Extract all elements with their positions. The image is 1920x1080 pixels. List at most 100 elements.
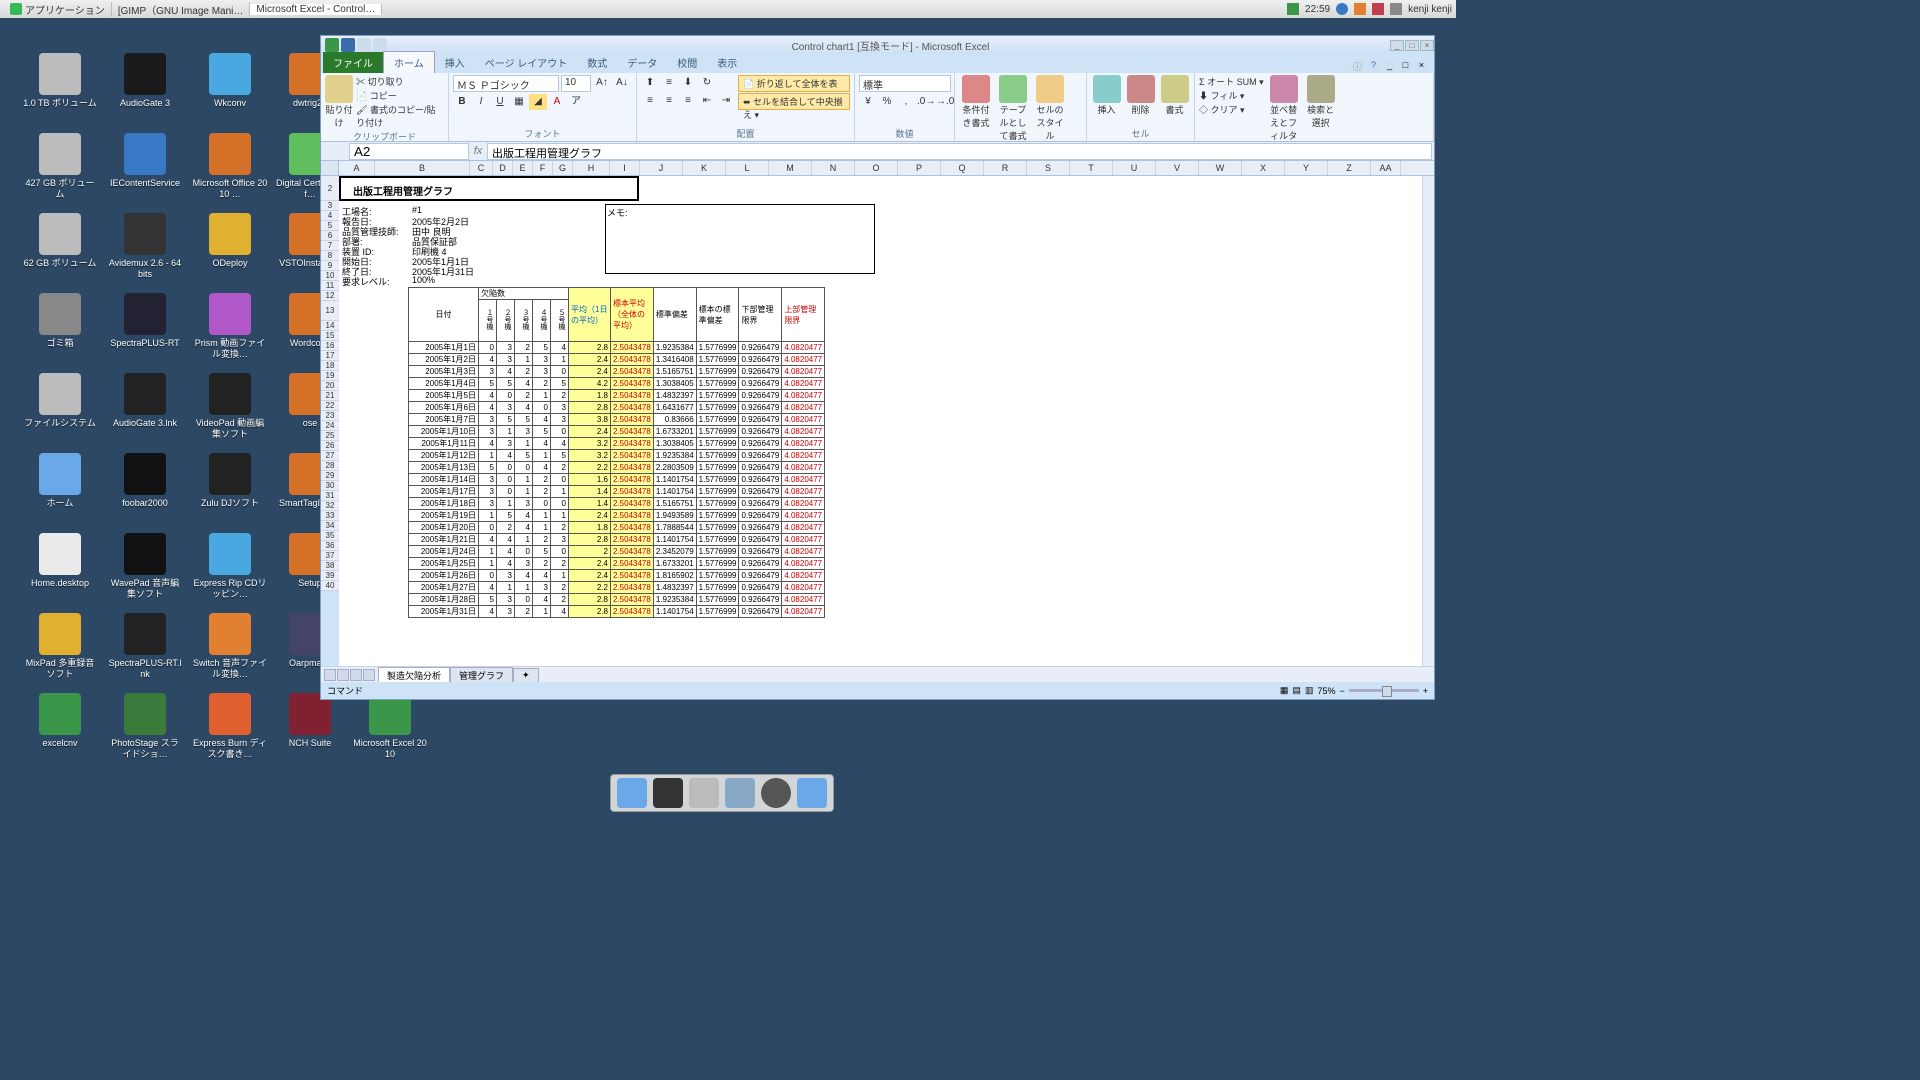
desktop-icon[interactable]: WavePad 音声編集ソフト [105,533,185,601]
doc-close-button[interactable]: × [1415,60,1428,73]
paste-button[interactable]: 貼り付け [325,75,353,129]
desktop-icon[interactable]: MixPad 多重録音ソフト [20,613,100,681]
format-painter-button[interactable]: 🖌 書式のコピー/貼り付け [356,103,444,129]
align-left-button[interactable]: ≡ [641,93,659,109]
insert-cells-button[interactable]: 挿入 [1091,75,1122,116]
column-headers[interactable]: ABCDEFGHIJKLMNOPQRSTUVWXYZAA [339,161,1434,176]
merge-center-button[interactable]: ⬌ セルを結合して中央揃え ▾ [738,93,850,110]
autosum-button[interactable]: Σ オート SUM ▾ [1199,75,1264,88]
formula-input[interactable]: 出版工程用管理グラフ [487,143,1432,160]
help-icon[interactable]: ⓘ [1351,60,1364,73]
user-label[interactable]: kenji kenji [1408,4,1452,15]
redo-icon[interactable] [373,38,387,52]
desktop-icon[interactable]: PhotoStage スライドショ… [105,693,185,761]
sheet-tab-active[interactable]: 製造欠陥分析 [378,667,450,683]
view-break-button[interactable]: ▥ [1305,685,1314,696]
tab-page-layout[interactable]: ページ レイアウト [475,52,578,73]
desktop-icon[interactable]: IEContentService [105,133,185,190]
fill-button[interactable]: ⬇ フィル ▾ [1199,89,1264,102]
name-box[interactable] [349,143,469,160]
desktop-icon[interactable]: ファイルシステム [20,373,100,430]
tab-formulas[interactable]: 数式 [577,52,617,73]
indent-more-button[interactable]: ⇥ [717,93,735,109]
bluetooth-icon[interactable] [1336,3,1348,15]
number-format-select[interactable]: 標準 [859,75,951,92]
dock[interactable] [610,774,834,812]
applications-menu[interactable]: アプリケーション [4,2,112,17]
desktop-icon[interactable]: 62 GB ボリューム [20,213,100,270]
decimal-inc-button[interactable]: .0→ [916,94,934,110]
underline-button[interactable]: U [491,94,509,110]
row-headers[interactable]: 2345678910111213141516171819202122232425… [321,176,339,591]
new-sheet-button[interactable]: ✦ [513,668,539,682]
dock-files-icon[interactable] [617,778,647,808]
align-middle-button[interactable]: ≡ [660,75,678,91]
maximize-button[interactable]: □ [1405,40,1419,51]
delete-cells-button[interactable]: 削除 [1125,75,1156,116]
dock-disk-icon[interactable] [689,778,719,808]
tab-data[interactable]: データ [617,52,667,73]
shrink-font-button[interactable]: A↓ [613,75,631,91]
tab-home[interactable]: ホーム [383,51,435,73]
currency-button[interactable]: ¥ [859,94,877,110]
desktop-icon[interactable]: ホーム [20,453,100,510]
percent-button[interactable]: % [878,94,896,110]
first-sheet-button[interactable] [324,669,336,681]
save-icon[interactable] [341,38,355,52]
orientation-button[interactable]: ↻ [698,75,716,91]
desktop-icon[interactable]: Microsoft Excel 2010 [350,693,430,761]
decimal-dec-button[interactable]: →.0 [935,94,953,110]
desktop-icon[interactable]: NCH Suite [270,693,350,750]
desktop-icon[interactable]: Express Burn ディスク書き… [190,693,270,761]
dock-search-icon[interactable] [761,778,791,808]
next-sheet-button[interactable] [350,669,362,681]
desktop-icon[interactable]: SpectraPLUS-RT [105,293,185,350]
view-normal-button[interactable]: ▦ [1280,685,1289,696]
battery-icon[interactable] [1390,3,1402,15]
cell-grid[interactable]: 出版工程用管理グラフ 工場名:#1報告日:2005年2月2日品質管理技師:田中 … [339,176,1422,666]
desktop-icon[interactable]: AudioGate 3.lnk [105,373,185,430]
doc-restore-button[interactable]: □ [1399,60,1412,73]
last-sheet-button[interactable] [363,669,375,681]
select-all-corner[interactable] [321,161,339,176]
tab-review[interactable]: 校閲 [667,52,707,73]
desktop-icon[interactable]: VideoPad 動画編集ソフト [190,373,270,441]
tray-excel-icon[interactable] [1287,3,1299,15]
sheet-tab-2[interactable]: 管理グラフ [450,667,513,683]
zoom-level[interactable]: 75% [1317,686,1335,696]
align-right-button[interactable]: ≡ [679,93,697,109]
dock-folder-icon[interactable] [797,778,827,808]
cut-button[interactable]: ✂ 切り取り [356,75,444,88]
tab-insert[interactable]: 挿入 [435,52,475,73]
zoom-out-button[interactable]: − [1339,686,1344,696]
desktop-icon[interactable]: Express Rip CDリッピン… [190,533,270,601]
copy-button[interactable]: 📄 コピー [356,89,444,102]
desktop-icon[interactable]: Prism 動画ファイル変換… [190,293,270,361]
tab-file[interactable]: ファイル [323,52,383,73]
undo-icon[interactable] [357,38,371,52]
ime-icon[interactable] [1354,3,1366,15]
fill-color-button[interactable]: ◢ [529,94,547,110]
memo-box[interactable] [605,204,875,274]
vertical-scrollbar[interactable] [1422,176,1434,666]
grow-font-button[interactable]: A↑ [593,75,611,91]
view-layout-button[interactable]: ▤ [1292,685,1301,696]
desktop-icon[interactable]: excelcnv [20,693,100,750]
conditional-format-button[interactable]: 条件付き書式 [959,75,993,129]
align-center-button[interactable]: ≡ [660,93,678,109]
ribbon-help-icon[interactable]: ? [1367,60,1380,73]
desktop-icon[interactable]: ゴミ箱 [20,293,100,350]
phonetic-button[interactable]: ア [567,94,585,110]
sheet-area[interactable]: ABCDEFGHIJKLMNOPQRSTUVWXYZAA 23456789101… [321,161,1434,666]
tab-view[interactable]: 表示 [707,52,747,73]
desktop-icon[interactable]: Zulu DJソフト [190,453,270,510]
desktop-icon[interactable]: 1.0 TB ボリューム [20,53,100,110]
desktop-icon[interactable]: Home.desktop [20,533,100,590]
desktop-icon[interactable]: Wkconv [190,53,270,110]
desktop-icon[interactable]: ODeploy [190,213,270,270]
minimize-button[interactable]: _ [1390,40,1404,51]
comma-button[interactable]: , [897,94,915,110]
wrap-text-button[interactable]: 📄 折り返して全体を表示する [738,75,850,92]
font-color-button[interactable]: A [548,94,566,110]
close-button[interactable]: × [1420,40,1434,51]
